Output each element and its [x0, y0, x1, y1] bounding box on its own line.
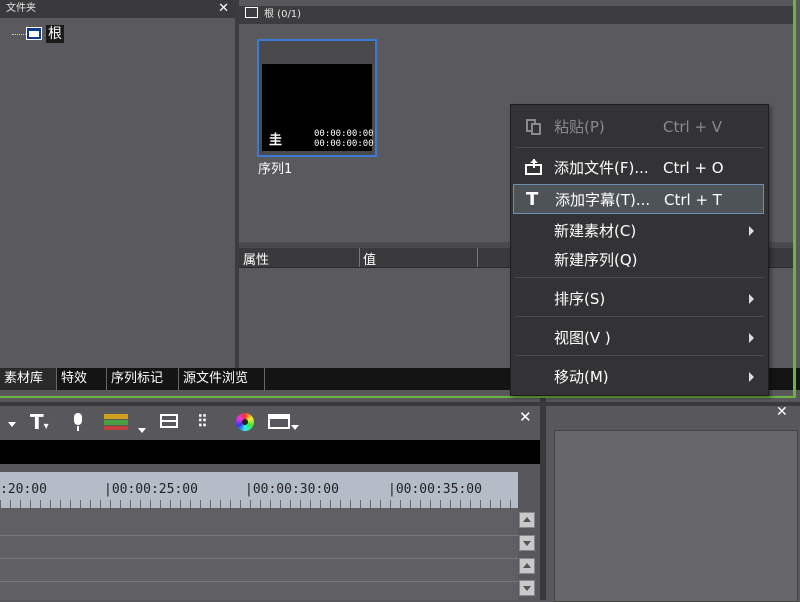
- menu-item-move[interactable]: 移动(M): [513, 362, 764, 392]
- menu-item-shortcut: Ctrl + V: [663, 118, 723, 136]
- menu-item-label: 添加字幕(T)...: [555, 191, 651, 209]
- sequence-icon: 圭: [269, 133, 283, 148]
- menu-item-shortcut: Ctrl + T: [664, 191, 722, 209]
- dropdown-arrow-icon[interactable]: [8, 422, 16, 427]
- folder-icon: [245, 7, 258, 18]
- tab-library[interactable]: 素材库: [0, 368, 57, 390]
- clip-thumbnail[interactable]: 圭 00:00:00:00 00:00:00:00: [257, 39, 377, 157]
- track-lane[interactable]: [0, 582, 518, 600]
- menu-item-add-title[interactable]: T 添加字幕(T)... Ctrl + T: [513, 184, 764, 214]
- preview-top-bar: [546, 402, 800, 406]
- scroll-up-button[interactable]: [519, 558, 535, 574]
- menu-item-label: 移动(M): [554, 368, 609, 386]
- folder-panel-title: 文件夹: [6, 3, 36, 14]
- add-file-icon: [525, 159, 543, 177]
- track-lane[interactable]: [0, 536, 518, 559]
- scroll-down-button[interactable]: [519, 580, 535, 596]
- timeline-gap: [0, 464, 540, 472]
- menu-item-label: 粘贴(P): [554, 118, 605, 136]
- menu-item-label: 视图(V ): [554, 329, 611, 347]
- menu-separator: [515, 147, 764, 148]
- submenu-arrow-icon: [749, 333, 754, 343]
- menu-item-label: 新建素材(C): [554, 222, 637, 240]
- track-lane[interactable]: [0, 508, 518, 536]
- grid-icon[interactable]: [160, 414, 178, 428]
- menu-item-view[interactable]: 视图(V ): [513, 323, 764, 353]
- close-icon[interactable]: ✕: [218, 0, 229, 18]
- tab-sequence-markers[interactable]: 序列标记: [107, 368, 179, 390]
- paste-icon: [525, 118, 543, 136]
- color-wheel-icon[interactable]: [236, 413, 254, 431]
- folder-panel-header: 文件夹 ✕: [0, 0, 235, 18]
- menu-separator: [515, 355, 764, 356]
- ruler-label: |00:00:30:00: [245, 482, 339, 497]
- clip-timecode-in: 00:00:00:00: [314, 129, 374, 139]
- tree-item-root[interactable]: 根: [46, 25, 64, 43]
- tab-effects[interactable]: 特效: [57, 368, 107, 390]
- window-layout-icon[interactable]: [268, 414, 290, 429]
- menu-item-sort[interactable]: 排序(S): [513, 284, 764, 314]
- column-divider: [477, 248, 478, 267]
- bin-panel-header: 根 (0/1): [239, 6, 795, 24]
- menu-item-new-clip[interactable]: 新建素材(C): [513, 216, 764, 246]
- mixer-icon[interactable]: ⫶⫶: [198, 410, 207, 434]
- scroll-up-button[interactable]: [519, 512, 535, 528]
- close-icon[interactable]: ✕: [519, 408, 532, 426]
- menu-item-add-file[interactable]: 添加文件(F)... Ctrl + O: [513, 153, 764, 183]
- ruler-label: |00:00:25:00: [104, 482, 198, 497]
- ruler-label: |00:00:35:00: [388, 482, 482, 497]
- property-column-header[interactable]: 属性: [243, 249, 269, 268]
- folder-icon: [26, 27, 42, 40]
- active-window-border: [793, 0, 796, 398]
- preview-panel: ✕: [546, 398, 800, 602]
- menu-item-shortcut: Ctrl + O: [663, 159, 724, 177]
- submenu-arrow-icon: [749, 372, 754, 382]
- tree-item-root-label: 根: [48, 26, 62, 42]
- value-column-header[interactable]: 值: [363, 249, 376, 268]
- column-divider: [359, 248, 360, 267]
- folder-panel: 文件夹 ✕ 根: [0, 0, 235, 368]
- menu-item-label: 添加文件(F)...: [554, 159, 649, 177]
- clip-timecode-out: 00:00:00:00: [314, 139, 374, 149]
- ruler-label: :20:00: [0, 482, 47, 497]
- close-icon[interactable]: ✕: [776, 404, 788, 420]
- batch-capture-icon[interactable]: [104, 410, 130, 434]
- menu-separator: [515, 316, 764, 317]
- track-lane[interactable]: [0, 559, 518, 582]
- clip-name: 序列1: [258, 162, 293, 177]
- menu-item-paste[interactable]: 粘贴(P) Ctrl + V: [513, 112, 764, 142]
- menu-item-label: 新建序列(Q): [554, 251, 638, 269]
- dropdown-arrow-icon[interactable]: [291, 425, 299, 430]
- preview-area: [554, 430, 798, 602]
- title-t-icon: T: [526, 189, 539, 210]
- submenu-arrow-icon: [749, 226, 754, 236]
- microphone-icon[interactable]: [72, 410, 84, 434]
- menu-item-new-sequence[interactable]: 新建序列(Q): [513, 245, 764, 275]
- tab-source-browser[interactable]: 源文件浏览: [179, 368, 265, 390]
- timeline-top-bar: [0, 402, 542, 406]
- title-t-icon[interactable]: T▾: [30, 410, 49, 434]
- submenu-arrow-icon: [749, 294, 754, 304]
- timeline-black-bar: [0, 440, 540, 464]
- dropdown-arrow-icon[interactable]: [138, 428, 146, 433]
- menu-separator: [515, 277, 764, 278]
- menu-item-label: 排序(S): [554, 290, 606, 308]
- ruler-ticks: [0, 500, 518, 508]
- context-menu: 粘贴(P) Ctrl + V 添加文件(F)... Ctrl + O T 添加字…: [510, 104, 769, 396]
- tree-connector: [12, 34, 26, 36]
- bin-panel-title: 根 (0/1): [264, 9, 302, 20]
- scroll-down-button[interactable]: [519, 535, 535, 551]
